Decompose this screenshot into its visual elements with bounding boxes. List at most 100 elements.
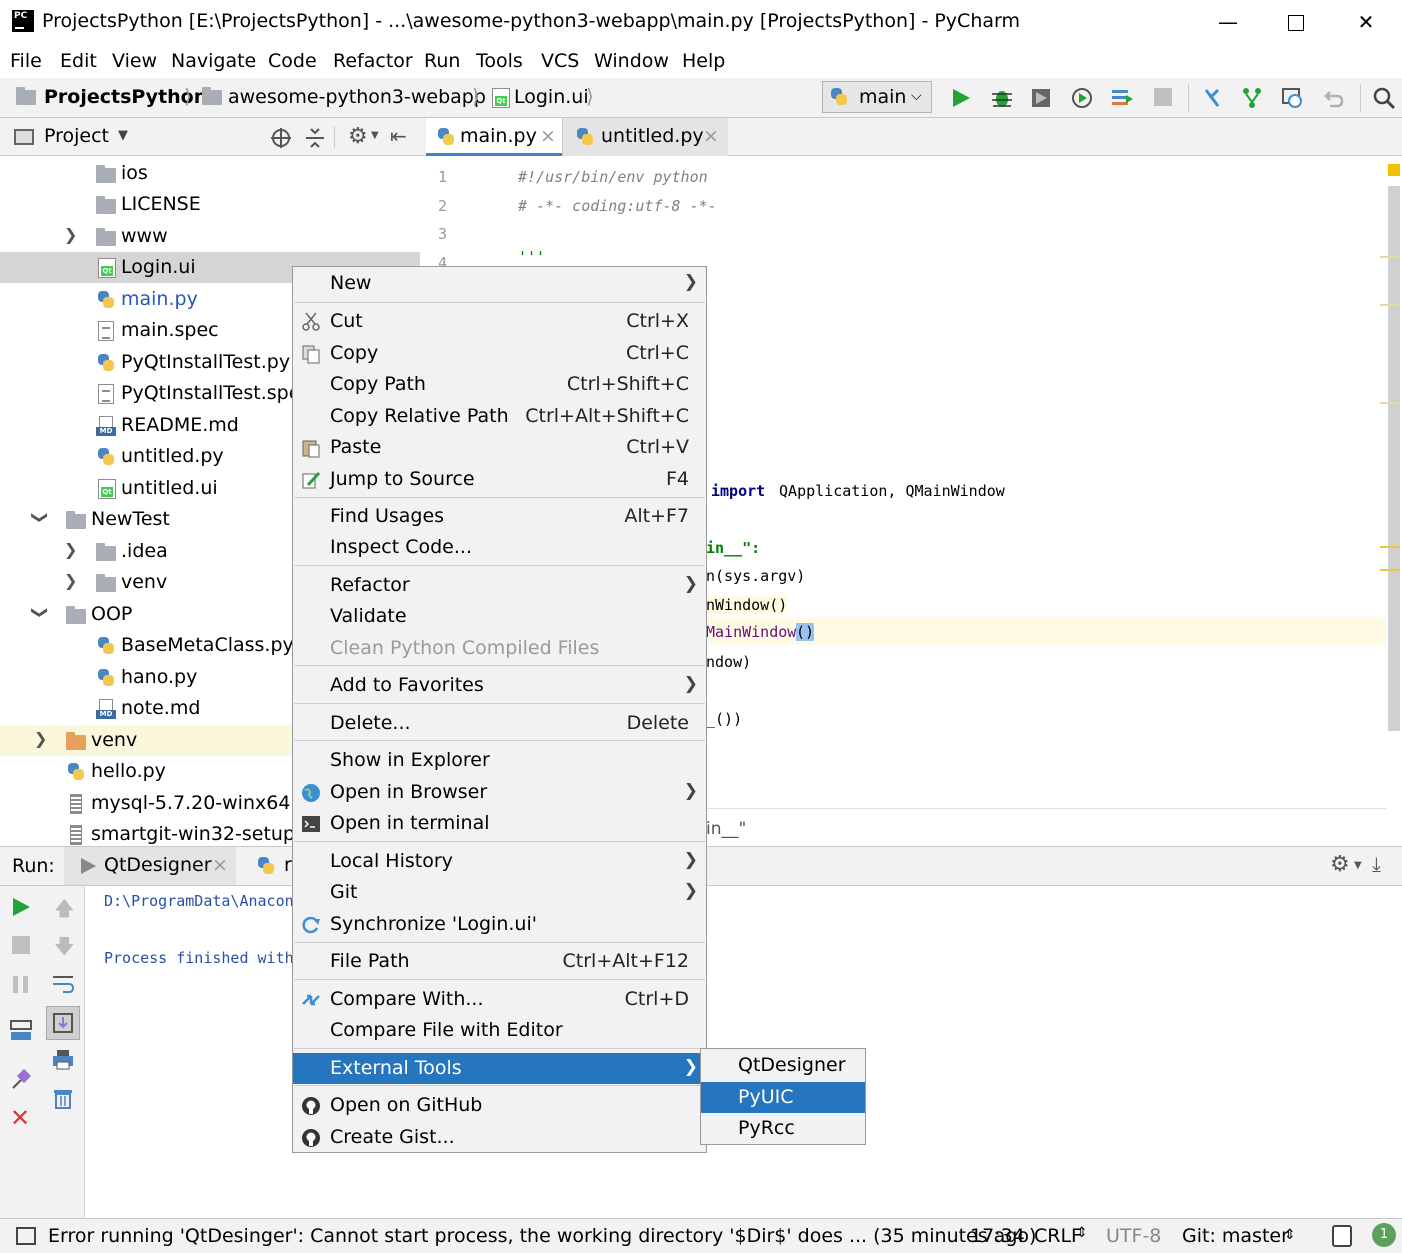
- menu-item-paste[interactable]: Paste Ctrl+V: [293, 432, 706, 463]
- menu-item-open-in-terminal[interactable]: Open in terminal: [293, 808, 706, 839]
- menu-item-create-gist[interactable]: Create Gist...: [293, 1122, 706, 1153]
- status-message[interactable]: Error running 'QtDesinger': Cannot start…: [48, 1225, 1036, 1247]
- caret-position[interactable]: 17:34: [970, 1225, 1025, 1247]
- menu-item-delete[interactable]: Delete... Delete: [293, 708, 706, 739]
- profile-icon[interactable]: [1070, 86, 1094, 110]
- menu-edit[interactable]: Edit: [60, 50, 97, 72]
- soft-wrap-icon[interactable]: [51, 972, 75, 996]
- menu-item-local-history[interactable]: Local History ❯: [293, 846, 706, 877]
- menu-view[interactable]: View: [112, 50, 157, 72]
- menu-item-file-path[interactable]: File Path Ctrl+Alt+F12: [293, 946, 706, 977]
- chevron-down-icon[interactable]: ▼: [371, 130, 379, 141]
- tool-windows-icon[interactable]: [16, 1227, 36, 1245]
- submenu-item-qtdesigner[interactable]: QtDesigner: [701, 1050, 865, 1081]
- search-icon[interactable]: [1372, 86, 1396, 110]
- run-tab-label[interactable]: r: [284, 854, 292, 876]
- scrollbar-thumb[interactable]: [1388, 186, 1400, 731]
- menu-item-open-on-github[interactable]: Open on GitHub: [293, 1090, 706, 1121]
- menu-item-compare-with-editor[interactable]: Compare File with Editor: [293, 1015, 706, 1046]
- chevron-down-icon[interactable]: ❯: [31, 606, 50, 619]
- tree-item-ios[interactable]: ios: [0, 158, 420, 189]
- close-icon[interactable]: ×: [703, 125, 719, 147]
- chevron-right-icon[interactable]: ❯: [34, 729, 47, 748]
- breadcrumb-file[interactable]: Login.ui: [514, 86, 589, 108]
- menu-item-copy[interactable]: Copy Ctrl+C: [293, 338, 706, 369]
- menu-code[interactable]: Code: [268, 50, 317, 72]
- menu-item-new[interactable]: New ❯: [293, 268, 706, 299]
- coverage-icon[interactable]: [1030, 87, 1052, 109]
- hide-panel-icon[interactable]: ⤓: [1372, 852, 1381, 876]
- menu-item-open-in-browser[interactable]: Open in Browser ❯: [293, 777, 706, 808]
- collapse-all-icon[interactable]: [304, 127, 326, 149]
- close-window-button[interactable]: ✕: [1346, 8, 1386, 36]
- run-config-select[interactable]: main ⌵: [822, 81, 932, 113]
- menu-item-inspect-code[interactable]: Inspect Code...: [293, 532, 706, 563]
- project-panel-title[interactable]: Project: [44, 125, 109, 147]
- arrow-up-icon[interactable]: 🡅: [54, 894, 75, 928]
- stop-icon[interactable]: [1154, 88, 1172, 106]
- run-icon[interactable]: [950, 87, 972, 109]
- tree-item-license[interactable]: LICENSE: [0, 189, 420, 220]
- breadcrumb-folder[interactable]: awesome-python3-webapp: [228, 86, 486, 108]
- print-icon[interactable]: [51, 1048, 75, 1072]
- run-tab-qtdesigner[interactable]: QtDesigner ×: [64, 847, 236, 885]
- menu-item-synchronize[interactable]: Synchronize 'Login.ui': [293, 909, 706, 940]
- close-icon[interactable]: ✕: [10, 1104, 30, 1132]
- vcs-update-icon[interactable]: [1200, 86, 1224, 110]
- chevron-down-icon[interactable]: ▼: [118, 128, 128, 143]
- menu-item-jump-to-source[interactable]: Jump to Source F4: [293, 464, 706, 495]
- menu-item-copy-relative-path[interactable]: Copy Relative Path Ctrl+Alt+Shift+C: [293, 401, 706, 432]
- submenu-item-pyuic[interactable]: PyUIC: [701, 1082, 865, 1113]
- locate-file-icon[interactable]: [270, 127, 292, 149]
- menu-item-refactor[interactable]: Refactor ❯: [293, 570, 706, 601]
- menu-item-copy-path[interactable]: Copy Path Ctrl+Shift+C: [293, 369, 706, 400]
- menu-item-cut[interactable]: Cut Ctrl+X: [293, 306, 706, 337]
- file-encoding[interactable]: UTF-8: [1106, 1225, 1161, 1247]
- editor-scrollbar[interactable]: [1380, 156, 1402, 811]
- arrow-down-icon[interactable]: 🡇: [54, 932, 75, 966]
- menu-item-find-usages[interactable]: Find Usages Alt+F7: [293, 501, 706, 532]
- menu-item-show-in-explorer[interactable]: Show in Explorer: [293, 745, 706, 776]
- close-icon[interactable]: ×: [212, 854, 228, 876]
- chevron-down-icon[interactable]: ❯: [31, 511, 50, 524]
- gear-icon[interactable]: ⚙: [1330, 852, 1350, 877]
- chevron-right-icon[interactable]: ❯: [64, 225, 77, 244]
- minimize-button[interactable]: —: [1208, 8, 1248, 36]
- menu-tools[interactable]: Tools: [476, 50, 523, 72]
- menu-vcs[interactable]: VCS: [541, 50, 579, 72]
- hide-panel-icon[interactable]: ⇤: [390, 124, 407, 148]
- menu-file[interactable]: File: [10, 50, 42, 72]
- pin-icon[interactable]: [9, 1068, 33, 1092]
- pause-icon[interactable]: [13, 976, 18, 993]
- menu-navigate[interactable]: Navigate: [171, 50, 256, 72]
- inspection-status-icon[interactable]: [1388, 164, 1400, 176]
- debug-icon[interactable]: [990, 86, 1014, 110]
- menu-run[interactable]: Run: [424, 50, 460, 72]
- pause-icon[interactable]: [23, 976, 28, 993]
- breadcrumb-project[interactable]: ProjectsPython: [44, 86, 207, 108]
- menu-refactor[interactable]: Refactor: [333, 50, 413, 72]
- revert-icon[interactable]: [1322, 86, 1346, 110]
- chevron-down-icon[interactable]: ▼: [1354, 860, 1362, 871]
- chevron-right-icon[interactable]: ❯: [64, 540, 77, 559]
- tab-main-py[interactable]: main.py ×: [426, 118, 562, 156]
- tab-untitled-py[interactable]: untitled.py ×: [562, 118, 728, 156]
- menu-window[interactable]: Window: [594, 50, 669, 72]
- menu-item-compare-with[interactable]: Compare With... Ctrl+D: [293, 984, 706, 1015]
- layout-icon[interactable]: [9, 1018, 33, 1042]
- menu-item-git[interactable]: Git ❯: [293, 877, 706, 908]
- rerun-icon[interactable]: [10, 896, 32, 918]
- trash-icon[interactable]: [51, 1086, 75, 1110]
- concurrency-icon[interactable]: [1110, 87, 1134, 109]
- menu-item-add-to-favorites[interactable]: Add to Favorites ❯: [293, 670, 706, 701]
- submenu-item-pyrcc[interactable]: PyRcc: [701, 1113, 865, 1144]
- menu-item-external-tools[interactable]: External Tools ❯: [293, 1053, 706, 1084]
- close-icon[interactable]: ×: [540, 125, 556, 147]
- chevron-right-icon[interactable]: ❯: [64, 571, 77, 590]
- lock-icon[interactable]: [1332, 1225, 1352, 1247]
- menu-item-validate[interactable]: Validate: [293, 601, 706, 632]
- gear-icon[interactable]: ⚙: [348, 124, 368, 149]
- menu-help[interactable]: Help: [682, 50, 725, 72]
- vcs-history-icon[interactable]: [1280, 86, 1304, 110]
- maximize-button[interactable]: [1276, 8, 1316, 36]
